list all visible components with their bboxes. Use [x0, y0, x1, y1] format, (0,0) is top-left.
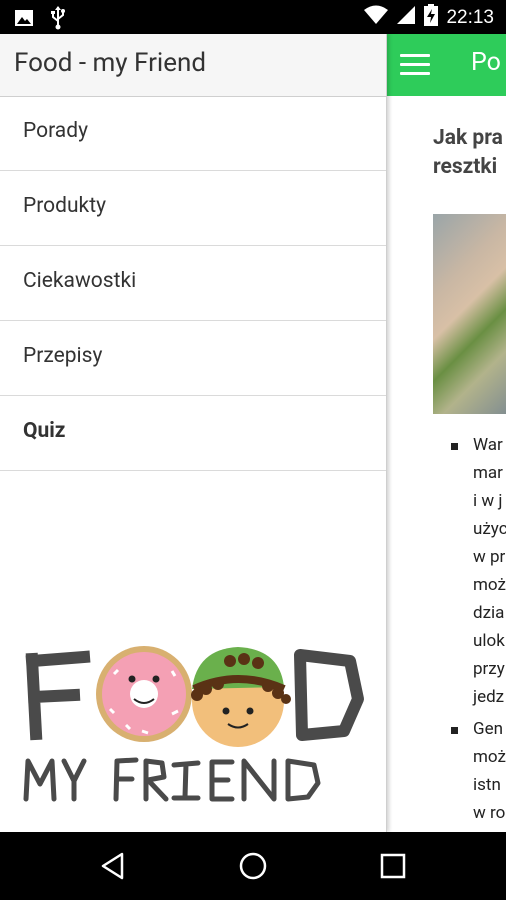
- system-nav-bar: [0, 832, 506, 900]
- main-content: Po Jak pra resztki War mar i w j użyc w …: [386, 34, 506, 832]
- menu-item-porady[interactable]: Porady: [0, 96, 386, 171]
- app-bar-title: Po: [471, 48, 501, 77]
- app-bar: Po: [386, 34, 506, 96]
- drawer-menu: Porady Produkty Ciekawostki Przepisy Qui…: [0, 96, 386, 471]
- back-icon[interactable]: [97, 850, 129, 882]
- menu-item-ciekawostki[interactable]: Ciekawostki: [0, 246, 386, 321]
- bullet-marker: [451, 443, 458, 450]
- bullet-marker: [451, 727, 458, 734]
- article-image: [433, 214, 506, 414]
- wifi-icon: [364, 5, 389, 31]
- signal-icon: [396, 5, 416, 31]
- food-my-friend-logo: [22, 639, 367, 819]
- menu-item-przepisy[interactable]: Przepisy: [0, 321, 386, 396]
- clock: 22:13: [446, 7, 494, 28]
- drawer-title: Food - my Friend: [14, 48, 207, 78]
- home-icon[interactable]: [237, 850, 269, 882]
- image-icon: [14, 8, 34, 32]
- navigation-drawer: Food - my Friend Porady Produkty Ciekawo…: [0, 34, 387, 832]
- battery-charging-icon: [424, 4, 439, 32]
- article-title: Jak pra resztki: [433, 126, 503, 179]
- usb-icon: [50, 6, 66, 34]
- status-bar: 22:13: [0, 0, 506, 34]
- recents-icon[interactable]: [377, 850, 409, 882]
- menu-item-produkty[interactable]: Produkty: [0, 171, 386, 246]
- menu-icon[interactable]: [400, 54, 430, 76]
- drawer-header: Food - my Friend: [0, 34, 386, 97]
- menu-item-quiz[interactable]: Quiz: [0, 396, 386, 471]
